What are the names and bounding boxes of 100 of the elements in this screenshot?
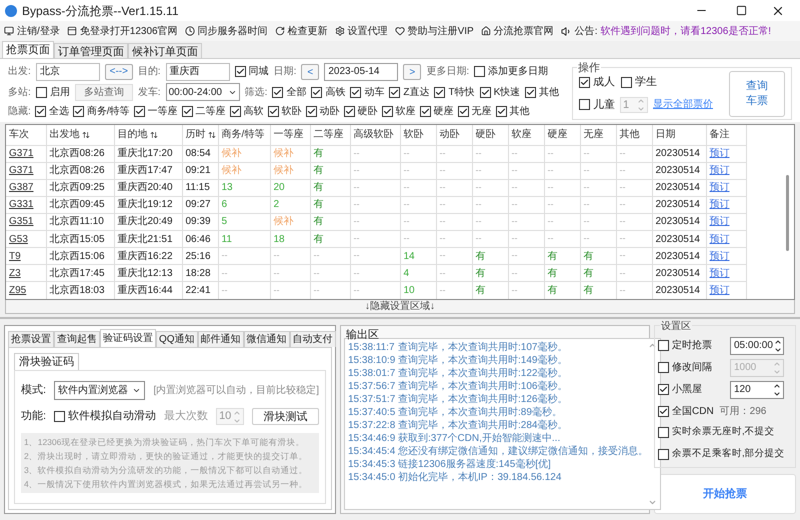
column-header[interactable]: 动卧: [436, 125, 472, 145]
checkbox[interactable]: [134, 106, 145, 116]
train-number-link[interactable]: G371: [9, 165, 34, 176]
multi-station-button[interactable]: 多站查询: [74, 84, 133, 100]
checkbox[interactable]: [579, 99, 590, 110]
column-header[interactable]: 无座: [580, 125, 616, 145]
checkbox[interactable]: [496, 106, 507, 116]
show-all-prices-link[interactable]: 显示全部票价: [653, 97, 713, 112]
captcha-subtab[interactable]: 滑块验证码: [14, 353, 79, 370]
column-header[interactable]: 高级软卧: [350, 125, 400, 145]
checkbox[interactable]: [658, 449, 669, 460]
column-header[interactable]: 目的地: [114, 125, 182, 145]
column-header[interactable]: 硬卧: [472, 125, 508, 145]
column-header[interactable]: 备注: [706, 125, 746, 145]
checkbox[interactable]: [480, 86, 491, 98]
checkbox[interactable]: [458, 106, 469, 116]
checkbox[interactable]: [382, 106, 393, 116]
page-tab[interactable]: 候补订单页面: [128, 43, 202, 58]
column-header[interactable]: 软卧: [400, 125, 436, 145]
checkbox[interactable]: [658, 384, 669, 395]
checkbox[interactable]: [230, 106, 241, 116]
toolbar-button[interactable]: 免登录打开12306官网: [66, 24, 178, 38]
book-link[interactable]: 预订: [710, 165, 730, 176]
column-header[interactable]: 硬座: [544, 125, 580, 145]
book-link[interactable]: 预订: [710, 268, 730, 279]
column-header[interactable]: 其他: [616, 125, 652, 145]
checkbox[interactable]: [579, 76, 590, 88]
train-number-link[interactable]: G387: [9, 182, 34, 194]
column-header[interactable]: 车次: [6, 125, 46, 145]
settings-tab[interactable]: 验证码设置: [100, 329, 156, 347]
book-link[interactable]: 预订: [710, 285, 730, 296]
checkbox[interactable]: [311, 86, 322, 98]
checkbox[interactable]: [306, 106, 317, 116]
checkbox[interactable]: [621, 76, 632, 88]
previous-date-button[interactable]: <: [301, 64, 320, 80]
book-link[interactable]: 预订: [710, 182, 730, 194]
train-number-link[interactable]: G53: [9, 234, 28, 245]
checkbox[interactable]: [434, 86, 446, 98]
checkbox[interactable]: [268, 106, 279, 116]
toolbar-button[interactable]: 赞助与注册VIP: [394, 24, 474, 38]
date-field[interactable]: 2023-05-14: [324, 62, 398, 80]
checkbox[interactable]: [182, 106, 193, 116]
column-header[interactable]: 一等座: [270, 125, 310, 145]
checkbox[interactable]: [272, 86, 284, 98]
column-header[interactable]: 日期: [652, 125, 706, 145]
to-field[interactable]: 重庆西: [166, 62, 230, 80]
query-tickets-button[interactable]: 查询车票: [729, 70, 785, 116]
hide-settings-bar[interactable]: ↓隐藏设置区域↓: [5, 300, 795, 314]
settings-tab[interactable]: 微信通知: [244, 331, 290, 347]
train-number-link[interactable]: G331: [9, 199, 34, 210]
checkbox[interactable]: [525, 86, 536, 98]
settings-tab[interactable]: 邮件通知: [198, 331, 244, 347]
swap-button[interactable]: <-->: [104, 64, 133, 80]
book-link[interactable]: 预订: [710, 199, 730, 210]
column-header[interactable]: 二等座: [310, 125, 350, 145]
checkbox[interactable]: [344, 106, 355, 116]
page-tab[interactable]: 订单管理页面: [54, 43, 128, 58]
column-header[interactable]: 软座: [508, 125, 544, 145]
book-link[interactable]: 预订: [710, 234, 730, 245]
checkbox[interactable]: [658, 340, 669, 351]
maximize-icon[interactable]: [736, 5, 747, 16]
checkbox[interactable]: [389, 86, 400, 98]
train-number-link[interactable]: G371: [9, 148, 34, 160]
value-spinner[interactable]: 05:00:00: [730, 336, 784, 354]
checkbox[interactable]: [72, 106, 84, 116]
column-header[interactable]: 历时: [182, 125, 218, 145]
slider-test-button[interactable]: 滑块测试: [252, 408, 319, 425]
train-number-link[interactable]: Z3: [9, 268, 21, 279]
book-link[interactable]: 预订: [710, 250, 730, 262]
book-link[interactable]: 预订: [710, 216, 730, 228]
scrollbar[interactable]: [786, 175, 789, 251]
toolbar-button[interactable]: 同步服务器时间: [184, 24, 268, 38]
column-header[interactable]: 出发地: [46, 125, 114, 145]
checkbox[interactable]: [36, 86, 47, 98]
value-spinner[interactable]: 120: [730, 380, 784, 398]
settings-tab[interactable]: 查询起售: [54, 331, 100, 347]
train-number-link[interactable]: G351: [9, 216, 34, 228]
settings-tab[interactable]: 抢票设置: [8, 331, 54, 347]
page-tab[interactable]: 抢票页面: [2, 41, 54, 58]
train-number-link[interactable]: Z95: [9, 285, 26, 296]
toolbar-button[interactable]: 分流抢票官网: [480, 24, 554, 38]
settings-tab[interactable]: QQ通知: [156, 331, 198, 347]
checkbox[interactable]: [234, 66, 246, 77]
next-date-button[interactable]: >: [403, 64, 422, 80]
checkbox[interactable]: [474, 66, 486, 77]
checkbox[interactable]: [658, 406, 669, 416]
checkbox[interactable]: [34, 106, 46, 116]
checkbox[interactable]: [350, 86, 362, 98]
toolbar-button[interactable]: 注销/登录: [4, 24, 60, 38]
train-number-link[interactable]: T9: [9, 250, 21, 262]
mode-dropdown[interactable]: 软件内置浏览器: [54, 381, 146, 400]
checkbox[interactable]: [54, 411, 66, 422]
checkbox[interactable]: [658, 427, 669, 438]
checkbox[interactable]: [420, 106, 431, 116]
settings-tab[interactable]: 自动支付: [290, 331, 336, 347]
toolbar-button[interactable]: 设置代理: [334, 24, 388, 38]
start-button[interactable]: 开始抢票: [654, 474, 796, 514]
from-field[interactable]: 北京: [36, 62, 100, 80]
book-link[interactable]: 预订: [710, 148, 730, 160]
departure-time-dropdown[interactable]: 00:00-24:00: [166, 83, 240, 101]
